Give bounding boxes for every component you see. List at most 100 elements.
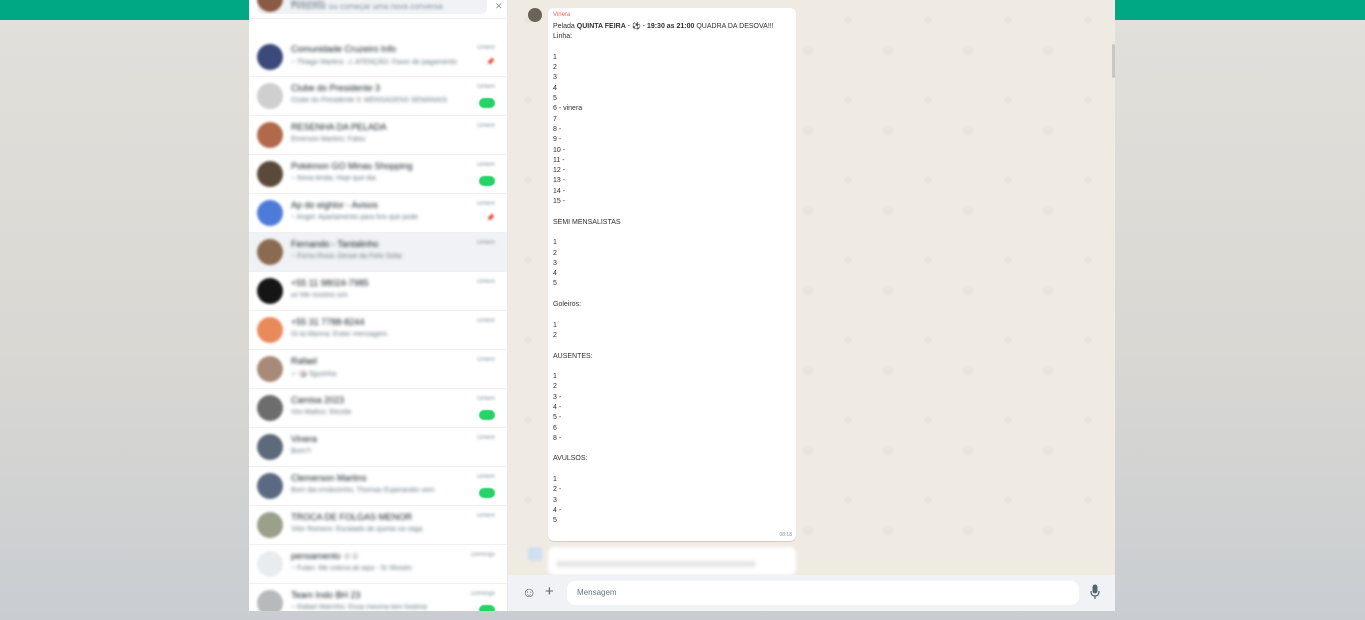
chat-name: Fernando - Tantalinho — [291, 239, 379, 249]
emoji-icon[interactable]: ☺ — [522, 584, 536, 600]
chat-list-item[interactable]: TROCA DE FOLGAS MENOR Vitor Romero: Escal… — [249, 506, 507, 545]
chat-list-item[interactable]: Team Indo BH 23 ~ Rafael Marinho: Essa me… — [249, 584, 507, 611]
chat-name: RESENHA DA PELADA — [291, 122, 387, 132]
avatar[interactable] — [257, 83, 283, 109]
chat-name: Vinera — [291, 434, 317, 444]
chat-name: Ap do eighlor - Avisos — [291, 200, 378, 210]
chat-time: Domingo — [470, 591, 495, 597]
chat-time: Ontem — [476, 279, 495, 285]
chat-time: Ontem — [476, 162, 495, 168]
avatar[interactable] — [257, 473, 283, 499]
chat-time: Domingo — [470, 552, 495, 558]
message-bubble[interactable] — [548, 547, 796, 575]
chat-list-item[interactable]: Clemerson Martins Bom dia irmãozinho, Tho… — [249, 467, 507, 506]
chat-preview: Vini Mattos: Recebi — [291, 409, 352, 416]
chat-preview: ~ Nova lenda: Hoje que dia — [291, 175, 376, 182]
avatar[interactable] — [257, 239, 283, 265]
avatar[interactable] — [257, 200, 283, 226]
chat-list-item[interactable]: Pokémon GO Minas Shopping ~ Nova lenda: H… — [249, 155, 507, 194]
chat-list-item[interactable]: +55 31 7788-8244 Oi tá Marina: Exibir men… — [249, 311, 507, 350]
chat-list-item[interactable]: Vinera Bom?! Ontem — [249, 428, 507, 467]
chat-preview: Clube do Presidente 3: MENSAGENS SEMANAI… — [291, 97, 448, 104]
chat-preview: Vitor Romero: Escalado de quinta na vaga — [291, 526, 423, 533]
avatar[interactable] — [257, 551, 283, 577]
chat-preview: ~ Thiago Martins: ⚠ ATENÇÃO: Favor de pa… — [291, 59, 457, 66]
message-bubble[interactable]: Vinera Pelada QUINTA FEIRA - ⚽ - 19:30 a… — [548, 8, 796, 541]
chat-list-sidebar: 🔍︎ Pesquisar ou começar uma nova convers… — [249, 0, 508, 611]
avatar[interactable] — [528, 547, 542, 561]
chat-name: +55 31 7788-8244 — [291, 317, 365, 327]
blurred-text — [556, 561, 756, 567]
avatar[interactable] — [257, 122, 283, 148]
chat-time: Ontem — [476, 474, 495, 480]
chat-time: Ontem — [476, 396, 495, 402]
chat-list-item[interactable]: ContatosBloqueado — [249, 0, 507, 19]
avatar[interactable] — [528, 8, 542, 22]
chat-time: Ontem — [476, 84, 495, 90]
chat-name: Camisa 2023 — [291, 395, 345, 405]
unread-badge: 1 — [479, 410, 495, 420]
message-day: QUINTA FEIRA — [576, 23, 626, 30]
avatar[interactable] — [257, 0, 283, 12]
chat-time: Ontem — [476, 513, 495, 519]
scrollbar[interactable] — [1112, 44, 1115, 78]
conversation-panel: Vinera Pelada QUINTA FEIRA - ⚽ - 19:30 a… — [508, 0, 1115, 611]
chat-name: Team Indo BH 23 — [291, 590, 361, 600]
chat-preview: ~ Forno Rosa: Desse da Felix Sofia — [291, 253, 402, 260]
chat-name: TROCA DE FOLGAS MENOR — [291, 512, 413, 522]
chat-name: Clemerson Martins — [291, 473, 367, 483]
chat-preview: oi! Me mostrei sim — [291, 292, 348, 299]
message-composer: ☺ + Mensagem — [508, 575, 1115, 611]
avatar[interactable] — [257, 356, 283, 382]
avatar[interactable] — [257, 44, 283, 70]
chat-name: Comunidade Cruzeiro Info — [291, 44, 397, 54]
chat-list-item[interactable]: +55 11 98024-7985 oi! Me mostrei sim Ontem — [249, 272, 507, 311]
chat-time: Ontem — [476, 240, 495, 246]
message-sender[interactable]: Vinera — [553, 12, 570, 18]
chat-list-item[interactable]: Clube do Presidente 3 Clube do Presidente… — [249, 77, 507, 116]
chat-time: Ontem — [476, 201, 495, 207]
avatar[interactable] — [257, 161, 283, 187]
message-intro: Pelada — [553, 23, 575, 30]
mic-icon[interactable] — [1090, 584, 1100, 600]
unread-badge: 1 — [479, 488, 495, 498]
chat-preview: ✓ 🎲 figurinha — [291, 371, 337, 378]
avatar[interactable] — [257, 395, 283, 421]
chat-preview: ~ Angel: Apartamento para fins que pode — [291, 214, 419, 221]
unread-badge: 11 — [479, 605, 495, 611]
avatar[interactable] — [257, 317, 283, 343]
unread-badge: 123 — [478, 98, 495, 108]
chat-list-item[interactable]: Ap do eighlor - Avisos ~ Angel: Apartamen… — [249, 194, 507, 233]
avatar[interactable] — [257, 434, 283, 460]
unread-badge: 2 — [479, 176, 495, 186]
message-timestamp: 08:18 — [779, 532, 792, 538]
chat-list-item[interactable]: Fernando - Tantalinho ~ Forno Rosa: Desse… — [249, 233, 507, 272]
message-input[interactable]: Mensagem — [567, 581, 1079, 605]
chat-list-item[interactable]: Camisa 2023 Vini Mattos: Recebi Ontem 1 — [249, 389, 507, 428]
chat-preview: Emerson Martins: Falou — [291, 136, 366, 143]
message-time-range: 19:30 as 21:00 — [646, 23, 695, 30]
chat-name: Clube do Presidente 3 — [291, 83, 381, 93]
chat-time: Ontem — [476, 318, 495, 324]
chat-time: Ontem — [476, 45, 495, 51]
plus-icon[interactable]: + — [545, 583, 554, 600]
avatar[interactable] — [257, 278, 283, 304]
avatar[interactable] — [257, 590, 283, 611]
chat-time: Ontem — [476, 435, 495, 441]
pin-icon: 📌 — [486, 215, 495, 222]
message-text: Pelada QUINTA FEIRA - ⚽ - 19:30 as 21:00… — [553, 22, 793, 527]
chat-preview: Bom?! — [291, 448, 312, 455]
chat-list-item[interactable]: Comunidade Cruzeiro Info ~ Thiago Martins… — [249, 38, 507, 77]
pin-icon: 📌 — [486, 59, 495, 66]
chat-preview: Oi tá Marina: Exibir mensagem — [291, 331, 388, 338]
chat-name: +55 11 98024-7985 — [291, 278, 369, 288]
chat-preview: Bom dia irmãozinho, Thomas Esperandio ve… — [291, 487, 435, 494]
chat-preview: ~ Rafael Marinho: Essa mesma tem históri… — [291, 604, 427, 611]
avatar[interactable] — [257, 512, 283, 538]
chat-list-item[interactable]: pensamento ☆☆ ~ Fulan: Me coloca ali aqui… — [249, 545, 507, 584]
chat-list-item[interactable]: RESENHA DA PELADA Emerson Martins: Falou O… — [249, 116, 507, 155]
chat-name: pensamento ☆☆ — [291, 551, 360, 561]
chat-list-item[interactable]: Rafael ✓ 🎲 figurinha Ontem — [249, 350, 507, 389]
soccer-emoji: ⚽ — [631, 23, 641, 30]
chat-preview: ~ Fulan: Me coloca ali aqui - Sr Moisés — [291, 565, 412, 572]
